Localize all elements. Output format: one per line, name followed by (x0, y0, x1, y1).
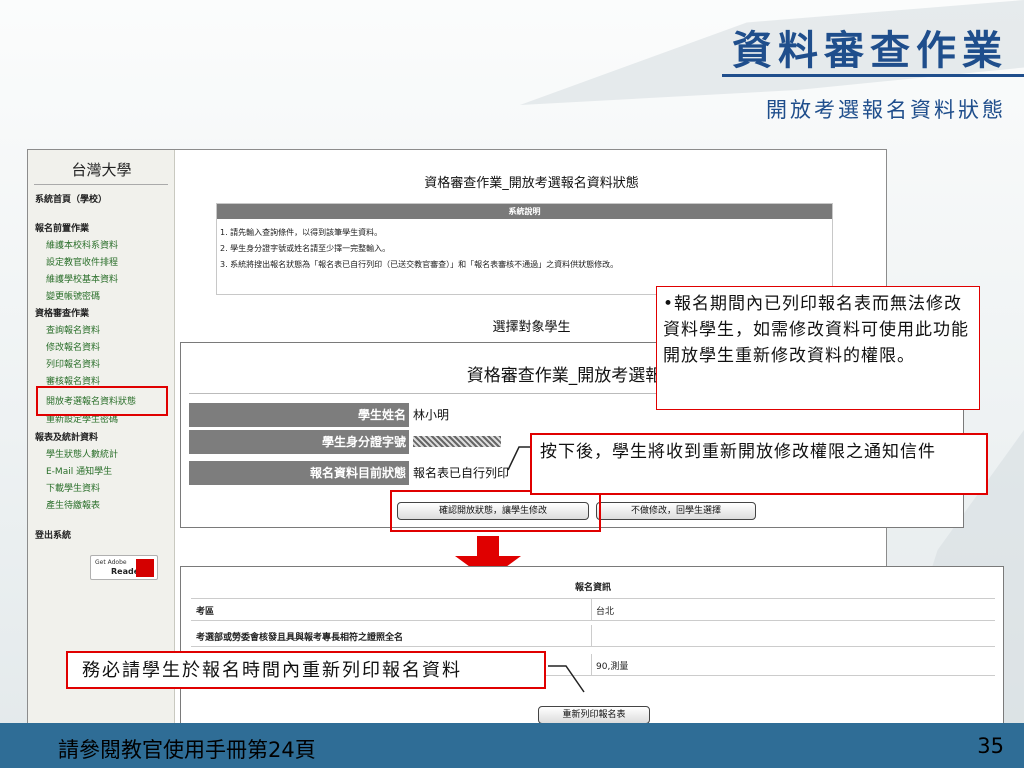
sidebar-item-logout[interactable]: 登出系統 (35, 530, 71, 542)
sidebar-highlight-frame (36, 386, 168, 416)
cancel-button[interactable]: 不做修改，回學生選擇 (596, 502, 756, 520)
report-row-label: 考區 (196, 607, 215, 617)
masked-id-pattern (413, 436, 501, 447)
system-note-box: 系統說明 1. 請先輸入查詢條件，以得到該筆學生資料。 2. 學生身分證字號或姓… (216, 203, 833, 295)
system-note-line: 3. 系統將搜出報名狀態為「報名表已自行列印（已送交教官審查）」和「報名表審核不… (220, 260, 619, 269)
report-row-value: 台北 (596, 607, 615, 617)
sidebar-item-school-info[interactable]: 維護學校基本資料 (46, 274, 118, 286)
confirm-button-highlight (390, 490, 601, 532)
callout-description: •報名期間內已列印報名表而無法修改資料學生，如需修改資料可使用此功能開放學生重新… (656, 286, 980, 410)
footer-reference: 請參閱教官使用手冊第24頁 (58, 738, 316, 762)
sidebar-university-name: 台灣大學 (71, 161, 132, 179)
sidebar-item-change-password[interactable]: 變更帳號密碼 (46, 291, 100, 303)
adobe-logo-icon (136, 559, 154, 577)
column-divider (591, 654, 592, 676)
registration-report-screenshot: 報名資訊 考區 台北 考選部或勞委會核發且具與報考專長相符之證照全名 90,測量… (180, 566, 1004, 731)
report-row-value: 90,測量 (596, 662, 629, 672)
title-underline (722, 74, 1024, 77)
sidebar: 台灣大學 系統首頁（學校） 報名前置作業 維護本校科系資料 設定教官收件排程 維… (28, 150, 175, 730)
callout-reprint-reminder: 務必請學生於報名時間內重新列印報名資料 (66, 651, 546, 689)
page-number: 35 (977, 734, 1004, 758)
sidebar-item-edit-data[interactable]: 修改報名資料 (46, 342, 100, 354)
report-row: 考選部或勞委會核發且具與報考專長相符之證照全名 (191, 625, 995, 647)
slide-title: 資料審查作業 (732, 27, 1008, 74)
sidebar-item-department-data[interactable]: 維護本校科系資料 (46, 240, 118, 252)
system-note-line: 2. 學生身分證字號或姓名請至少擇一完整輸入。 (220, 244, 391, 253)
adobe-reader-link[interactable]: Get Adobe Reader (90, 555, 158, 580)
row-label: 學生姓名 (189, 403, 409, 427)
form-row-name: 學生姓名 林小明 (189, 403, 649, 427)
sidebar-section-pre-registration: 報名前置作業 (35, 224, 90, 234)
system-note-line: 1. 請先輸入查詢條件，以得到該筆學生資料。 (220, 228, 383, 237)
slide-subtitle: 開放考選報名資料狀態 (766, 98, 1006, 122)
adobe-get-label: Get Adobe (95, 559, 127, 566)
sidebar-item-download-data[interactable]: 下載學生資料 (46, 483, 100, 495)
row-label: 學生身分證字號 (189, 430, 409, 454)
student-name-value: 林小明 (413, 408, 450, 422)
column-divider (591, 625, 592, 647)
page-title: 資格審查作業_開放考選報名資料狀態 (424, 176, 639, 191)
sidebar-divider (34, 184, 168, 185)
sidebar-item-print-data[interactable]: 列印報名資料 (46, 359, 100, 371)
sidebar-item-receive-schedule[interactable]: 設定教官收件排程 (46, 257, 118, 269)
sidebar-item-query-data[interactable]: 查詢報名資料 (46, 325, 100, 337)
row-label: 報名資料目前狀態 (189, 461, 409, 485)
report-row-label: 考選部或勞委會核發且具與報考專長相符之證照全名 (196, 633, 404, 643)
sidebar-item-pending-report[interactable]: 產生待繳報表 (46, 500, 100, 512)
callout-email-notice: 按下後，學生將收到重新開放修改權限之通知信件 (530, 433, 988, 495)
column-divider (591, 599, 592, 621)
sidebar-section-reports: 報表及統計資料 (35, 433, 99, 443)
system-note-header: 系統說明 (217, 204, 832, 219)
reprint-button[interactable]: 重新列印報名表 (538, 706, 650, 724)
sidebar-section-review: 資格審查作業 (35, 309, 90, 319)
report-header: 報名資訊 (191, 577, 995, 599)
sidebar-item-home[interactable]: 系統首頁（學校） (35, 194, 107, 206)
sidebar-item-email-students[interactable]: E-Mail 通知學生 (46, 466, 112, 478)
report-row: 考區 台北 (191, 599, 995, 621)
sidebar-item-status-stats[interactable]: 學生狀態人數統計 (46, 449, 118, 461)
